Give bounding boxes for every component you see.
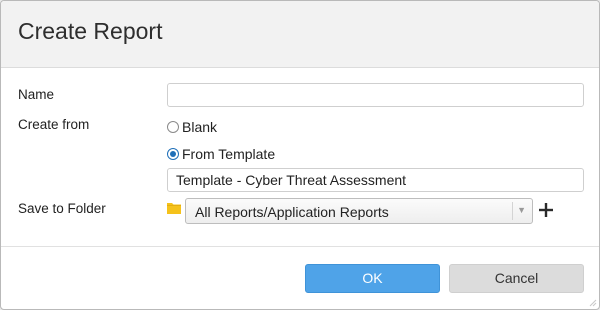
radio-from-template[interactable]: From Template (167, 146, 275, 162)
resize-handle-icon[interactable] (587, 297, 597, 307)
folder-select-value: All Reports/Application Reports (195, 204, 389, 220)
radio-from-template-label: From Template (182, 146, 276, 162)
name-label: Name (18, 87, 55, 102)
chevron-down-icon[interactable]: ▼ (517, 205, 526, 215)
plus-icon[interactable] (537, 200, 555, 220)
save-to-folder-label: Save to Folder (18, 201, 106, 216)
radio-blank[interactable]: Blank (167, 119, 217, 135)
dialog-header: Create Report (1, 1, 599, 68)
name-input[interactable] (167, 83, 584, 107)
radio-from-template-circle[interactable] (167, 148, 179, 160)
folder-select[interactable]: All Reports/Application Reports ▼ (185, 198, 533, 224)
create-report-dialog: Create Report Name Create from Blank Fro… (0, 0, 600, 310)
radio-blank-circle[interactable] (167, 121, 179, 133)
radio-blank-label: Blank (182, 119, 218, 135)
folder-select-divider (512, 202, 513, 220)
folder-icon (167, 203, 181, 214)
ok-button[interactable]: OK (305, 264, 440, 293)
footer-divider (1, 246, 599, 247)
cancel-button[interactable]: Cancel (449, 264, 584, 293)
create-from-label: Create from (18, 117, 90, 132)
template-input[interactable] (167, 168, 584, 192)
dialog-title: Create Report (18, 18, 163, 44)
